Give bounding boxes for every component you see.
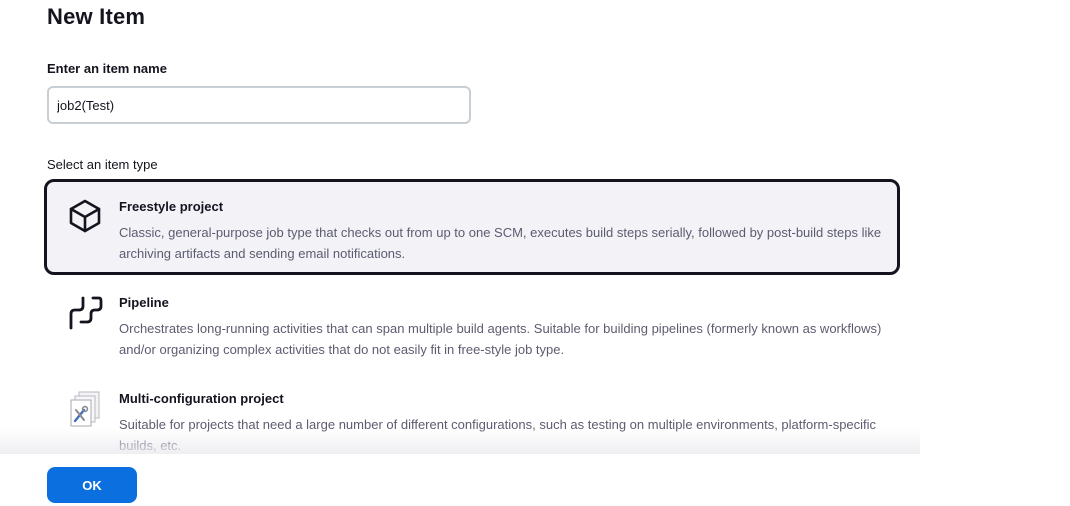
item-description: Suitable for projects that need a large … — [119, 417, 877, 453]
pipeline-icon — [69, 296, 103, 330]
multi-config-icon — [70, 391, 100, 427]
page-title: New Item — [47, 4, 146, 29]
item-title: Pipeline — [119, 295, 169, 310]
item-name-label: Enter an item name — [47, 61, 167, 76]
footer-bar: OK — [0, 454, 1070, 506]
item-type-multi-configuration-project[interactable]: Multi-configuration project Suitable for… — [44, 371, 900, 467]
item-type-pipeline[interactable]: Pipeline Orchestrates long-running activ… — [44, 275, 900, 371]
item-description: Orchestrates long-running activities tha… — [119, 321, 882, 357]
item-name-input[interactable] — [47, 86, 471, 124]
item-type-freestyle-project[interactable]: Freestyle project Classic, general-purpo… — [44, 179, 900, 275]
cube-icon — [69, 199, 101, 233]
item-description: Classic, general-purpose job type that c… — [119, 225, 882, 261]
item-title: Multi-configuration project — [119, 391, 284, 406]
item-title: Freestyle project — [119, 199, 224, 214]
ok-button[interactable]: OK — [47, 467, 137, 503]
item-type-label: Select an item type — [47, 157, 158, 172]
new-item-page: New Item Enter an item name Select an it… — [0, 0, 1070, 506]
item-type-list: Freestyle project Classic, general-purpo… — [44, 179, 900, 467]
